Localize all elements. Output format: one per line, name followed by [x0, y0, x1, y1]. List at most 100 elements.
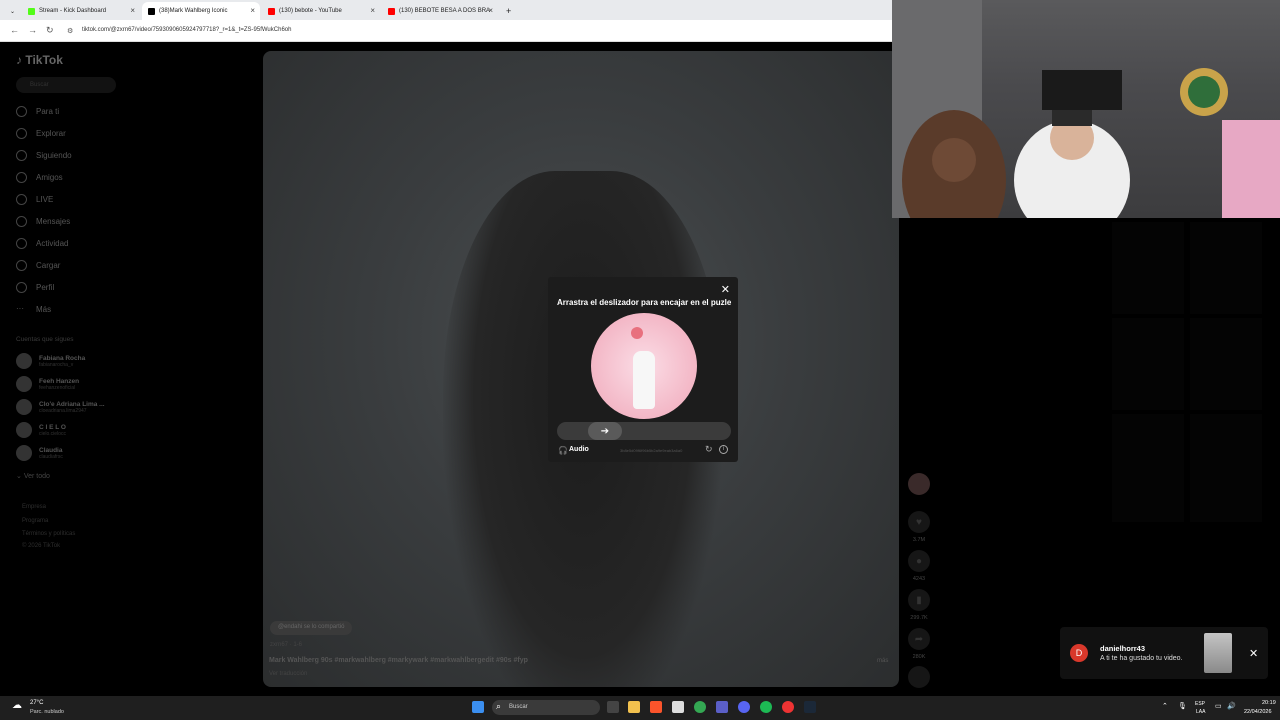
nav-messages[interactable]: Mensajes	[16, 216, 70, 227]
close-icon[interactable]: ×	[370, 6, 375, 15]
vase-illustration	[633, 351, 655, 409]
notification-message: A ti te ha gustado tu video.	[1100, 655, 1183, 662]
followed-account[interactable]: Clo'e Adriana Lima ... cloeadriana.lima29…	[16, 399, 105, 415]
tab-list-button[interactable]: ⌄	[6, 2, 20, 20]
input-language[interactable]: ESP	[1195, 701, 1205, 707]
obs-icon[interactable]	[782, 701, 794, 713]
footer-copyright: © 2026 TikTok	[22, 543, 61, 549]
nav-more[interactable]: ··· Más	[16, 304, 51, 315]
spotify-icon[interactable]	[760, 701, 772, 713]
weather-icon[interactable]: ☁	[12, 700, 22, 711]
weather-description[interactable]: Parc. nublado	[30, 709, 64, 715]
avatar	[16, 376, 32, 392]
profile-icon	[16, 282, 27, 293]
captcha-slider-track[interactable]: ➔	[557, 422, 731, 440]
chrome-icon[interactable]	[694, 701, 706, 713]
chevron-up-icon[interactable]: ⌃	[1162, 702, 1168, 710]
notepad-icon[interactable]	[672, 701, 684, 713]
nav-activity[interactable]: Actividad	[16, 238, 68, 249]
see-all-link[interactable]: ⌄ Ver todo	[16, 472, 50, 480]
tab-kick[interactable]: Stream - Kick Dashboard ×	[22, 2, 140, 20]
followed-account[interactable]: Claudia claudiafrsc	[16, 445, 63, 461]
following-accounts-title: Cuentas que sigues	[16, 336, 74, 343]
audio-button[interactable]: Audio	[569, 446, 589, 453]
home-icon	[16, 106, 27, 117]
weather-temperature[interactable]: 27°C	[30, 700, 43, 706]
tab-tiktok[interactable]: (38)Mark Wahlberg Iconic ×	[142, 2, 260, 20]
overlay-panel	[1190, 222, 1262, 314]
nav-live[interactable]: LIVE	[16, 194, 53, 205]
captcha-session-id: 3b8e5d09f6f96b5b2a9e9eab3a6a0	[620, 448, 683, 453]
followed-account[interactable]: C I E L Ocielo.cielocc	[16, 422, 66, 438]
taskbar-search[interactable]: Buscar	[492, 700, 600, 715]
close-icon[interactable]: ×	[488, 6, 493, 15]
share-button[interactable]: ➦ 280K	[906, 628, 932, 660]
tab-youtube-2[interactable]: (130) BEBOTE BESA A DOS BRA ×	[382, 2, 498, 20]
headphones-icon[interactable]: 🎧	[558, 446, 568, 455]
nav-upload[interactable]: Cargar	[16, 260, 60, 271]
close-icon[interactable]: ×	[250, 6, 255, 15]
overlay-panel	[1190, 318, 1262, 410]
refresh-icon[interactable]: ↻	[705, 444, 713, 455]
more-link[interactable]: más	[877, 658, 888, 664]
search-input[interactable]: Buscar	[16, 77, 116, 93]
footer-link[interactable]: Empresa	[22, 504, 46, 510]
clock-time[interactable]: 20:19	[1262, 700, 1276, 706]
brave-icon[interactable]	[650, 701, 662, 713]
nav-for-you[interactable]: Para ti	[16, 106, 59, 117]
tab-youtube-1[interactable]: (130) bebote - YouTube ×	[262, 2, 380, 20]
activity-icon	[16, 238, 27, 249]
followed-account[interactable]: Feeh Hanzen feehanzenoficial	[16, 376, 79, 392]
reload-icon[interactable]: ↻	[46, 25, 54, 36]
browser-tabstrip: ⌄ Stream - Kick Dashboard × (38)Mark Wah…	[0, 0, 892, 20]
footer-link[interactable]: Programa	[22, 518, 48, 524]
overlay-panel	[1190, 414, 1262, 522]
author-avatar[interactable]	[906, 473, 932, 495]
notification-thumbnail	[1204, 633, 1232, 673]
teams-icon[interactable]	[716, 701, 728, 713]
task-view-icon[interactable]	[607, 701, 619, 713]
search-icon: ⌕	[496, 701, 502, 711]
forward-icon[interactable]: →	[28, 25, 37, 35]
bookmark-button[interactable]: ▮ 299.7K	[906, 589, 932, 621]
comment-button[interactable]: ● 4243	[906, 550, 932, 582]
close-icon[interactable]: ✕	[721, 283, 730, 296]
input-layout[interactable]: LAA	[1196, 709, 1205, 715]
following-icon	[16, 150, 27, 161]
close-icon[interactable]: ×	[130, 6, 135, 15]
network-icon[interactable]: ▭	[1215, 702, 1222, 710]
music-disc[interactable]	[906, 666, 932, 688]
microphone-icon[interactable]: 🎙	[1178, 702, 1187, 710]
like-button[interactable]: ♥ 3.7M	[906, 511, 932, 543]
like-notification[interactable]: D danielhorr43 A ti te ha gustado tu vid…	[1060, 627, 1268, 679]
windows-taskbar	[0, 696, 1280, 720]
tab-title: (130) bebote - YouTube	[279, 8, 342, 14]
info-icon[interactable]: i	[719, 445, 728, 454]
new-tab-button[interactable]: +	[500, 2, 514, 20]
followed-account[interactable]: Fabiana Rocha fabianarocha_v	[16, 353, 85, 369]
compass-icon	[16, 128, 27, 139]
avatar	[16, 399, 32, 415]
back-icon[interactable]: ←	[10, 25, 19, 35]
clock-date[interactable]: 22/04/2026	[1244, 709, 1272, 715]
tiktok-logo[interactable]: ♪ TikTok	[16, 53, 63, 67]
nav-explore[interactable]: Explorar	[16, 128, 66, 139]
friends-icon	[16, 172, 27, 183]
slider-handle[interactable]: ➔	[588, 422, 622, 440]
nav-profile[interactable]: Perfil	[16, 282, 54, 293]
messages-icon	[16, 216, 27, 227]
shared-by-badge[interactable]: @endahi se lo compartió	[270, 621, 353, 635]
steam-icon[interactable]	[804, 701, 816, 713]
close-icon[interactable]: ✕	[1249, 647, 1258, 660]
bookmark-icon: ▮	[908, 589, 930, 611]
footer-link[interactable]: Términos y políticas	[22, 531, 75, 537]
file-explorer-icon[interactable]	[628, 701, 640, 713]
nav-friends[interactable]: Amigos	[16, 172, 63, 183]
site-info-icon[interactable]: ⚙	[67, 27, 73, 35]
url-field[interactable]: tiktok.com/@zxrn67/video/759309060592479…	[82, 27, 291, 33]
translate-link[interactable]: Ver traducción	[269, 671, 307, 677]
volume-icon[interactable]: 🔊	[1227, 702, 1236, 710]
start-icon[interactable]	[472, 701, 484, 713]
discord-icon[interactable]	[738, 701, 750, 713]
nav-following[interactable]: Siguiendo	[16, 150, 72, 161]
